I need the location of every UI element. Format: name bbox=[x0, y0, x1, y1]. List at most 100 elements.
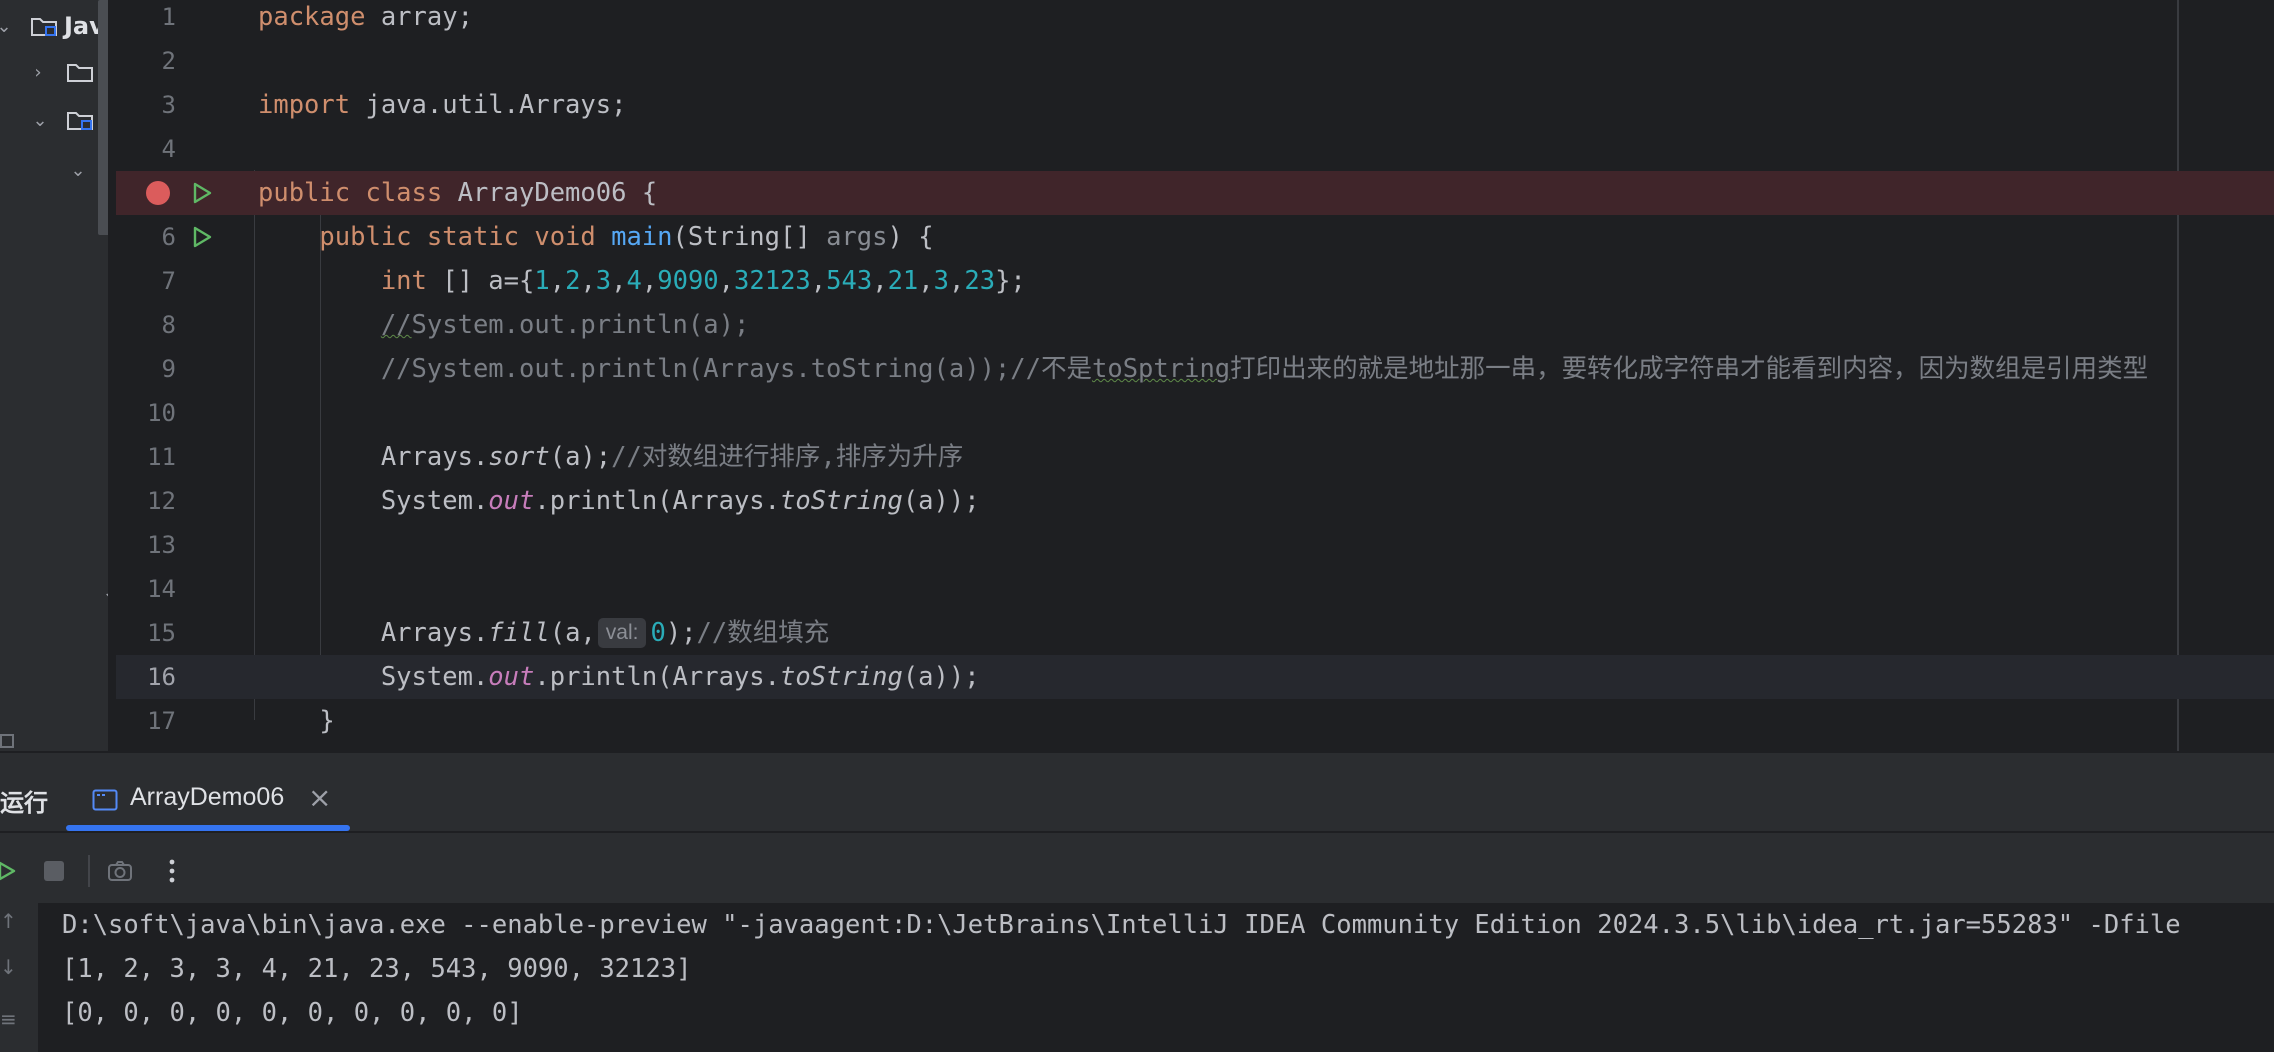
line-number: 9 bbox=[161, 355, 176, 383]
code-line-breakpoint[interactable]: public class ArrayDemo06 { bbox=[116, 171, 2274, 215]
static-method: sort bbox=[488, 442, 550, 472]
tree-item-java[interactable]: ⌄ Java bbox=[0, 4, 108, 48]
keyword: public static void bbox=[319, 222, 596, 252]
collapse-handle[interactable] bbox=[0, 734, 14, 748]
static-method: fill bbox=[488, 618, 550, 648]
code-line[interactable]: 1 package array; bbox=[116, 0, 2274, 39]
code-line[interactable]: 7 int [] a={1,2,3,4,9090,32123,543,21,3,… bbox=[116, 259, 2274, 303]
run-panel-title: 运行 bbox=[0, 790, 48, 817]
code-line[interactable]: 15 Arrays.fill(a, val: 0);//数组填充 bbox=[116, 611, 2274, 655]
code-text[interactable]: Arrays.fill(a, val: 0);//数组填充 bbox=[258, 611, 829, 655]
code-text[interactable]: public class ArrayDemo06 { bbox=[258, 171, 657, 215]
code-text[interactable]: System.out.println(Arrays.toString(a)); bbox=[258, 655, 980, 699]
more-options-button[interactable] bbox=[152, 851, 192, 891]
keyword: import bbox=[258, 90, 351, 120]
code-token: java.util.Arrays; bbox=[350, 90, 627, 120]
code-line[interactable]: 9 //System.out.println(Arrays.toString(a… bbox=[116, 347, 2274, 391]
run-gutter-icon[interactable] bbox=[190, 225, 214, 249]
code-line[interactable]: 13 bbox=[116, 523, 2274, 567]
camera-icon bbox=[108, 861, 132, 881]
code-text[interactable]: public static void main(String[] args) { bbox=[258, 215, 933, 259]
breakpoint-icon[interactable] bbox=[146, 181, 170, 205]
chevron-down-icon[interactable]: ⌄ bbox=[68, 160, 88, 181]
rerun-button[interactable] bbox=[0, 851, 26, 891]
line-number: 1 bbox=[161, 3, 176, 31]
number-literal: 3 bbox=[933, 266, 949, 296]
code-line[interactable]: 10 bbox=[116, 391, 2274, 435]
code-line[interactable]: 11 Arrays.sort(a);//对数组进行排序,排序为升序 bbox=[116, 435, 2274, 479]
code-line[interactable]: 4 bbox=[116, 127, 2274, 171]
parameter-hint: val: bbox=[597, 618, 647, 648]
console-line: [0, 0, 0, 0, 0, 0, 0, 0, 0, 0] bbox=[62, 998, 523, 1028]
line-number: 10 bbox=[147, 399, 176, 427]
code-line[interactable]: 12 System.out.println(Arrays.toString(a)… bbox=[116, 479, 2274, 523]
code-text[interactable]: import java.util.Arrays; bbox=[258, 83, 626, 127]
close-icon[interactable]: × bbox=[308, 781, 331, 814]
line-number: 17 bbox=[147, 707, 176, 735]
code-text[interactable]: Arrays.sort(a);//对数组进行排序,排序为升序 bbox=[258, 435, 963, 479]
console-window-icon bbox=[92, 789, 118, 811]
number-literal: 1 bbox=[534, 266, 550, 296]
code-text[interactable]: System.out.println(Arrays.toString(a)); bbox=[258, 479, 980, 523]
code-text[interactable]: } bbox=[258, 699, 335, 743]
number-literal: 32123 bbox=[734, 266, 811, 296]
line-number: 14 bbox=[147, 575, 176, 603]
arrow-up-icon[interactable]: ↑ bbox=[0, 909, 17, 933]
module-folder-icon bbox=[30, 15, 58, 37]
panel-border bbox=[0, 751, 2274, 753]
code-editor[interactable]: 1 package array; 2 3 import java.util.Ar… bbox=[116, 0, 2274, 751]
keyword: package bbox=[258, 2, 366, 32]
line-number: 15 bbox=[147, 619, 176, 647]
code-line[interactable]: 14 bbox=[116, 567, 2274, 611]
code-text[interactable]: int [] a={1,2,3,4,9090,32123,543,21,3,23… bbox=[258, 259, 1026, 303]
stop-button[interactable] bbox=[34, 851, 74, 891]
chevron-down-icon[interactable]: ⌄ bbox=[0, 16, 14, 37]
number-literal: 23 bbox=[964, 266, 996, 296]
line-number: 7 bbox=[161, 267, 176, 295]
console-side-toolbar: ↑ ↓ ≡ bbox=[0, 903, 38, 1052]
tab-label: ArrayDemo06 bbox=[130, 783, 285, 811]
tree-item-src[interactable]: ⌄ bbox=[0, 148, 108, 192]
code-token: Arrays. bbox=[380, 618, 489, 648]
comment[interactable]: //System.out.println(Arrays.toString(a))… bbox=[258, 347, 2148, 391]
line-number: 8 bbox=[161, 311, 176, 339]
chevron-right-icon[interactable]: › bbox=[28, 62, 48, 83]
code-line[interactable]: 2 bbox=[116, 39, 2274, 83]
line-number: 6 bbox=[161, 223, 176, 251]
tree-scrollbar-thumb[interactable] bbox=[98, 0, 108, 235]
panel-divider[interactable] bbox=[108, 0, 116, 751]
typo-word[interactable]: toSptring bbox=[1092, 354, 1230, 384]
code-line[interactable]: 3 import java.util.Arrays; bbox=[116, 83, 2274, 127]
arrow-down-icon[interactable]: ↓ bbox=[0, 955, 17, 979]
code-token: (String[] bbox=[672, 222, 827, 252]
chevron-down-icon[interactable]: ⌄ bbox=[100, 582, 108, 603]
number-literal: 543 bbox=[826, 266, 873, 296]
number-literal: 4 bbox=[626, 266, 642, 296]
code-line[interactable]: 17 } bbox=[116, 699, 2274, 743]
chevron-right-icon[interactable]: › bbox=[100, 536, 108, 557]
number-literal: 21 bbox=[887, 266, 919, 296]
number-literal: 2 bbox=[565, 266, 581, 296]
code-text[interactable]: package array; bbox=[258, 0, 473, 39]
code-token: ); bbox=[665, 618, 697, 648]
static-method: toString bbox=[780, 486, 903, 516]
screenshot-button[interactable] bbox=[100, 851, 140, 891]
line-number: 4 bbox=[161, 135, 176, 163]
number-literal: 0 bbox=[650, 618, 666, 648]
code-token: } bbox=[319, 706, 335, 736]
tree-item-dot-folder[interactable]: › .i bbox=[0, 50, 108, 94]
run-gutter-icon[interactable] bbox=[190, 181, 214, 205]
chevron-down-icon[interactable]: ⌄ bbox=[30, 110, 50, 131]
code-token: .println(Arrays. bbox=[534, 486, 780, 516]
console-output[interactable]: D:\soft\java\bin\java.exe --enable-previ… bbox=[38, 903, 2274, 1052]
soft-wrap-icon[interactable]: ≡ bbox=[0, 1007, 17, 1031]
code-line-current[interactable]: 16 System.out.println(Arrays.toString(a)… bbox=[116, 655, 2274, 699]
line-number: 11 bbox=[147, 443, 176, 471]
line-number: 12 bbox=[147, 487, 176, 515]
code-line[interactable]: 6 public static void main(String[] args)… bbox=[116, 215, 2274, 259]
code-line[interactable]: 8 //System.out.println(a); bbox=[116, 303, 2274, 347]
code-token: System. bbox=[380, 486, 489, 516]
tab-run-configuration[interactable]: ArrayDemo06 × bbox=[66, 765, 350, 831]
tree-item-j-module[interactable]: ⌄ j bbox=[0, 98, 108, 142]
comment[interactable]: //System.out.println(a); bbox=[258, 303, 749, 347]
